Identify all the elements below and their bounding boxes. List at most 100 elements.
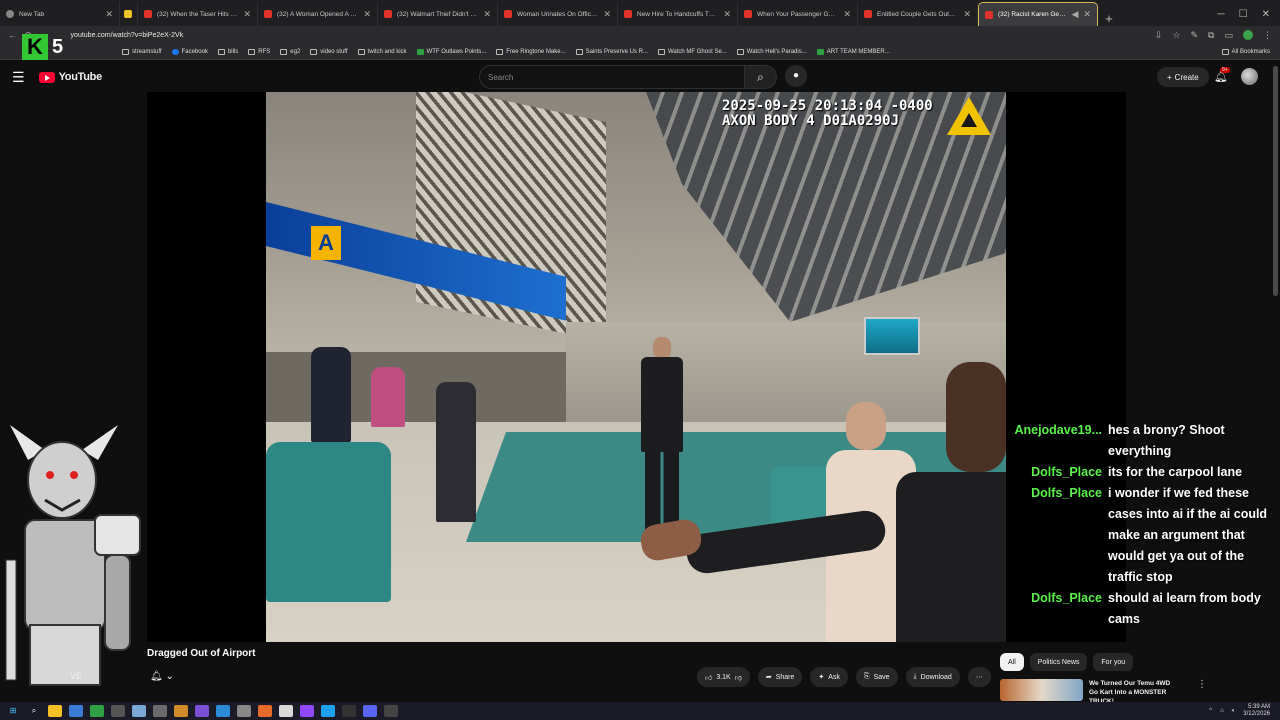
thumbs-down-icon[interactable]: 👎︎: [735, 673, 742, 682]
close-tab-icon[interactable]: ✕: [1083, 9, 1091, 20]
app-icon[interactable]: [300, 705, 314, 717]
scene-person: [311, 347, 351, 442]
bookmark-item[interactable]: eg2: [280, 48, 300, 55]
sidebar-icon[interactable]: ▭: [1224, 30, 1233, 41]
share-button[interactable]: ➦ Share: [757, 667, 803, 687]
search-input[interactable]: Search: [479, 65, 745, 89]
network-icon[interactable]: ⌂: [1220, 708, 1224, 714]
app-icon[interactable]: [111, 705, 125, 717]
windows-start-icon[interactable]: ⊞: [6, 705, 20, 717]
bookmark-item[interactable]: Watch MF Ghost Se...: [657, 48, 727, 55]
youtube-logo[interactable]: YouTube: [38, 71, 102, 83]
notifications-button[interactable]: 🔔︎ 9+: [1214, 67, 1230, 83]
close-tab-icon[interactable]: ✕: [363, 9, 371, 20]
bookmark-star-icon[interactable]: ☆: [1172, 30, 1180, 41]
bookmark-item[interactable]: Saints Preserve Us R...: [575, 48, 648, 55]
url-field[interactable]: youtube.com/watch?v=biPe2eX-2Vk: [71, 32, 184, 39]
browser-tab[interactable]: (32) When the Taser Hits - Susp ✕: [138, 2, 258, 26]
all-bookmarks[interactable]: All Bookmarks: [1221, 48, 1280, 55]
bookmark-item[interactable]: streamstuff: [122, 48, 162, 55]
close-window-icon[interactable]: ✕: [1262, 9, 1270, 20]
recommended-title[interactable]: We Turned Our Temu 4WD Go Kart Into a MO…: [1089, 679, 1179, 705]
notification-bell-button[interactable]: 🔔︎ ⌄: [150, 671, 174, 682]
extension-icon[interactable]: ✎: [1191, 30, 1199, 41]
browser-tab[interactable]: (32) A Woman Opened A Cop' ✕: [258, 2, 378, 26]
app-icon[interactable]: [258, 705, 272, 717]
save-button[interactable]: ⎘ Save: [855, 667, 898, 687]
browser-tab-pinned[interactable]: [120, 2, 138, 26]
back-icon[interactable]: ←: [8, 30, 17, 40]
ask-button[interactable]: ✦ Ask: [810, 667, 848, 687]
close-tab-icon[interactable]: ✕: [243, 9, 251, 20]
app-icon[interactable]: [384, 705, 398, 717]
bookmark-item[interactable]: bills: [217, 48, 239, 55]
bookmark-item[interactable]: video stuff: [310, 48, 348, 55]
video-frame[interactable]: A: [266, 92, 1006, 642]
bookmark-item[interactable]: RFS: [248, 48, 270, 55]
close-tab-icon[interactable]: ✕: [843, 9, 851, 20]
file-explorer-icon[interactable]: [48, 705, 62, 717]
app-icon[interactable]: [321, 705, 335, 717]
browser-tab[interactable]: New Hire To Handcuffs The Sh ✕: [618, 2, 738, 26]
menu-kebab-icon[interactable]: ⋮: [1263, 30, 1272, 41]
browser-tab[interactable]: (32) Walmart Thief Didn't Kno ✕: [378, 2, 498, 26]
app-icon[interactable]: [237, 705, 251, 717]
more-actions-button[interactable]: ⋯: [967, 667, 991, 687]
bookmark-item[interactable]: Watch Hell's Paradis...: [736, 48, 807, 55]
clock[interactable]: 5:39 AM 3/12/2026: [1243, 704, 1270, 718]
search-icon[interactable]: ⌕: [27, 705, 41, 717]
browser-tab[interactable]: When Your Passenger Gets Tim ✕: [738, 2, 858, 26]
recommended-video[interactable]: We Turned Our Temu 4WD Go Kart Into a MO…: [1000, 679, 1270, 705]
maximize-icon[interactable]: ☐: [1239, 9, 1248, 20]
download-button[interactable]: ⤓ Download: [905, 667, 960, 687]
page-scrollbar[interactable]: [1273, 66, 1278, 296]
search-button[interactable]: ⌕: [745, 65, 777, 89]
chip-all[interactable]: All: [1000, 653, 1024, 671]
hamburger-menu-icon[interactable]: ☰: [12, 69, 25, 86]
channel-name[interactable]: VE: [70, 671, 82, 681]
pinned-tab-icon: [124, 10, 132, 18]
browser-tab-active[interactable]: (32) Racist Karen Get Drag ◀ ✕: [978, 2, 1098, 26]
minimize-icon[interactable]: ─: [1218, 9, 1225, 20]
tab-title: Woman Urinates On Officers W: [517, 10, 599, 18]
bookmark-item[interactable]: WTF Outlaws Points...: [416, 48, 486, 55]
chip-for-you[interactable]: For you: [1093, 653, 1134, 671]
more-icon[interactable]: ⋮: [1197, 679, 1207, 701]
video-thumbnail[interactable]: [1000, 679, 1083, 701]
new-tab-button[interactable]: +: [1098, 11, 1120, 26]
install-icon[interactable]: ⇩: [1155, 30, 1163, 41]
bookmark-item[interactable]: ART TEAM MEMBER...: [816, 48, 890, 55]
chevron-up-icon[interactable]: ^: [1209, 708, 1212, 714]
close-tab-icon[interactable]: ✕: [603, 9, 611, 20]
extensions-puzzle-icon[interactable]: ⧉: [1208, 30, 1214, 41]
create-button[interactable]: + Create: [1157, 67, 1209, 87]
bookmark-label: bills: [227, 48, 239, 55]
app-icon[interactable]: [153, 705, 167, 717]
app-icon[interactable]: [342, 705, 356, 717]
app-icon[interactable]: [216, 705, 230, 717]
audio-icon[interactable]: ◀: [1072, 9, 1079, 20]
account-avatar[interactable]: [1241, 68, 1258, 85]
bookmark-item[interactable]: Facebook: [171, 48, 208, 55]
profile-avatar[interactable]: [1243, 30, 1253, 40]
volume-icon[interactable]: 🔈︎: [1232, 708, 1236, 715]
bookmark-item[interactable]: Free Ringtone Make...: [496, 48, 566, 55]
browser-tab[interactable]: Woman Urinates On Officers W ✕: [498, 2, 618, 26]
app-icon[interactable]: [69, 705, 83, 717]
bookmark-item[interactable]: twitch and kick: [357, 48, 407, 55]
browser-tab[interactable]: Entitled Couple Gets Outsmart ✕: [858, 2, 978, 26]
close-tab-icon[interactable]: ✕: [483, 9, 491, 20]
chrome-icon[interactable]: [279, 705, 293, 717]
chip-politics-news[interactable]: Politics News: [1029, 653, 1088, 671]
browser-tab[interactable]: New Tab ✕: [0, 2, 120, 26]
voice-search-button[interactable]: ●: [785, 65, 807, 87]
app-icon[interactable]: [195, 705, 209, 717]
app-icon[interactable]: [174, 705, 188, 717]
like-dislike-button[interactable]: 👍︎ 3.1K 👎︎: [697, 667, 750, 687]
app-icon[interactable]: [132, 705, 146, 717]
app-icon[interactable]: [90, 705, 104, 717]
app-icon[interactable]: [363, 705, 377, 717]
close-tab-icon[interactable]: ✕: [105, 9, 113, 20]
close-tab-icon[interactable]: ✕: [963, 9, 971, 20]
close-tab-icon[interactable]: ✕: [723, 9, 731, 20]
